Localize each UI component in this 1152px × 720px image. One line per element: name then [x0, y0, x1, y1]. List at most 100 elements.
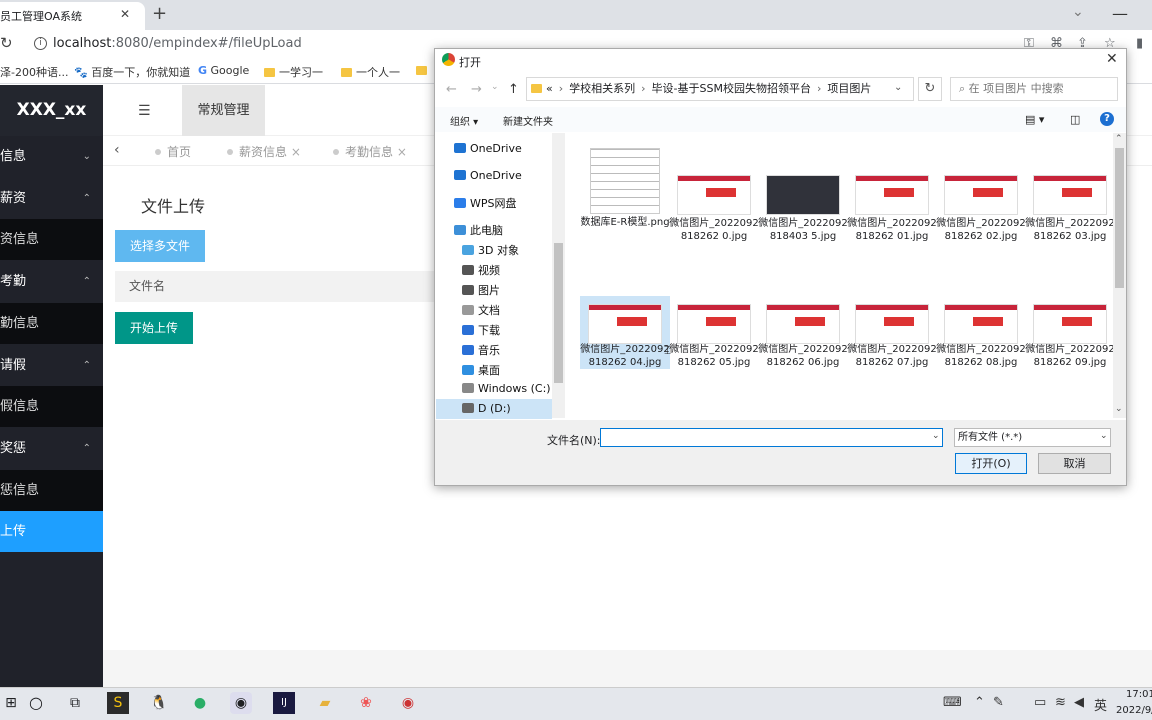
- bookmark-folder-3[interactable]: [416, 64, 431, 77]
- dialog-search-input[interactable]: ⌕ 在 项目图片 中搜索: [950, 77, 1118, 101]
- open-button[interactable]: 打开(O): [955, 453, 1027, 474]
- file-item[interactable]: 微信图片_2022092818262 08.jpg: [936, 296, 1026, 369]
- file-item[interactable]: 数据库E-R模型.png: [580, 148, 670, 229]
- address-dropdown-icon[interactable]: ⌄: [894, 82, 902, 93]
- new-folder-button[interactable]: 新建文件夹: [503, 113, 553, 128]
- tree-item[interactable]: OneDrive: [436, 166, 552, 186]
- breadcrumb-item[interactable]: 毕设-基于SSM校园失物招领平台: [652, 82, 811, 95]
- minimize-window-icon[interactable]: —: [1112, 4, 1128, 23]
- file-item[interactable]: 微信图片_2022092818262 07.jpg: [847, 296, 937, 369]
- files-scrollbar-thumb[interactable]: [1115, 148, 1124, 288]
- tree-item[interactable]: 图片: [436, 279, 552, 299]
- refresh-icon[interactable]: ↻: [918, 77, 942, 101]
- wechat-icon[interactable]: ●: [189, 692, 211, 714]
- tree-item[interactable]: 此电脑: [436, 219, 552, 239]
- up-arrow-icon[interactable]: ↑: [508, 82, 519, 97]
- dialog-close-icon[interactable]: ✕: [1106, 51, 1118, 67]
- sidebar-item[interactable]: 奖惩 ⌃: [0, 428, 103, 469]
- bookmark-baidu[interactable]: 🐾 百度一下，你就知道: [74, 64, 190, 80]
- help-icon[interactable]: ?: [1100, 112, 1114, 126]
- breadcrumb-item[interactable]: 学校相关系列: [569, 82, 635, 95]
- tree-item[interactable]: WPS网盘: [436, 192, 552, 212]
- sidebar-item[interactable]: 勤信息: [0, 302, 103, 344]
- keyboard-icon[interactable]: ⌨: [943, 695, 962, 710]
- bookmark-google[interactable]: G Google: [198, 64, 249, 77]
- tray-app-icon[interactable]: ✎: [993, 695, 1004, 710]
- sidebar-item[interactable]: 薪资 ⌃: [0, 178, 103, 219]
- tree-item[interactable]: 音乐: [436, 339, 552, 359]
- start-icon[interactable]: ⊞: [0, 692, 22, 714]
- forward-arrow-icon[interactable]: →: [471, 82, 482, 97]
- dialog-address-bar[interactable]: « › 学校相关系列 › 毕设-基于SSM校园失物招领平台 › 项目图片: [526, 77, 914, 101]
- file-item[interactable]: 微信图片_2022092818262 0.jpg: [669, 175, 759, 243]
- file-item[interactable]: 微信图片_2022092818262 05.jpg: [669, 296, 759, 369]
- menu-toggle-icon[interactable]: ☰: [138, 103, 151, 119]
- back-arrow-icon[interactable]: ←: [446, 82, 457, 97]
- tree-item[interactable]: 3D 对象: [436, 239, 552, 259]
- task-view-icon[interactable]: ⧉: [64, 692, 86, 714]
- view-options-icon[interactable]: ▤ ▾: [1025, 113, 1044, 126]
- app-icon[interactable]: ❀: [355, 692, 377, 714]
- close-icon[interactable]: ×: [291, 145, 301, 159]
- sidebar-item[interactable]: 惩信息: [0, 469, 103, 511]
- file-explorer-icon[interactable]: ▰: [314, 692, 336, 714]
- scroll-down-icon[interactable]: ⌄: [1115, 404, 1123, 414]
- tree-item[interactable]: 视频: [436, 259, 552, 279]
- tab-search-icon[interactable]: ⌄: [1072, 4, 1084, 20]
- file-type-select[interactable]: 所有文件 (*.*): [954, 428, 1111, 447]
- clock-date[interactable]: 2022/9/: [1116, 705, 1152, 716]
- sidebar-item[interactable]: 请假 ⌃: [0, 345, 103, 386]
- header-tab-general[interactable]: 常规管理: [182, 85, 265, 136]
- sidebar-item[interactable]: 上传: [0, 511, 103, 553]
- filename-dropdown-icon[interactable]: ⌄: [932, 431, 940, 441]
- close-icon[interactable]: ×: [397, 145, 407, 159]
- sidebar-item[interactable]: 假信息: [0, 386, 103, 428]
- page-tab-home[interactable]: 首页: [155, 143, 191, 160]
- recent-dropdown-icon[interactable]: ⌄: [491, 82, 499, 92]
- page-tab-salary[interactable]: 薪资信息 ×: [227, 143, 301, 160]
- sidebar-item[interactable]: 信息 ⌄: [0, 136, 103, 177]
- select-files-button[interactable]: 选择多文件: [115, 230, 205, 262]
- file-item[interactable]: 微信图片_2022092818262 01.jpg: [847, 175, 937, 243]
- file-item[interactable]: 微信图片_2022092818403 5.jpg: [758, 175, 848, 243]
- page-tab-attendance[interactable]: 考勤信息 ×: [333, 143, 407, 160]
- tree-item[interactable]: 下载: [436, 319, 552, 339]
- new-tab-icon[interactable]: +: [152, 3, 167, 24]
- scroll-up-icon[interactable]: ⌃: [1115, 134, 1123, 144]
- breadcrumb-item[interactable]: 项目图片: [827, 82, 871, 95]
- address-bar[interactable]: localhost:8080/empindex#/fileUpLoad: [53, 36, 302, 51]
- recorder-icon[interactable]: ◉: [397, 692, 419, 714]
- tree-scrollbar-thumb[interactable]: [554, 243, 563, 383]
- site-info-icon[interactable]: i: [34, 37, 47, 50]
- search-circle-icon[interactable]: ○: [25, 692, 47, 714]
- wifi-icon[interactable]: ≋: [1055, 695, 1066, 710]
- intellij-icon[interactable]: IJ: [273, 692, 295, 714]
- clock-time[interactable]: 17:01: [1126, 689, 1152, 700]
- chrome-taskbar-icon[interactable]: ◉: [230, 692, 252, 714]
- file-type-dropdown-icon[interactable]: ⌄: [1100, 431, 1108, 441]
- start-upload-button[interactable]: 开始上传: [115, 312, 193, 344]
- sublime-icon[interactable]: S: [107, 692, 129, 714]
- tree-item[interactable]: OneDrive: [436, 139, 552, 159]
- bookmark-1[interactable]: 泽-200种语...: [0, 64, 68, 80]
- sidebar-item[interactable]: 资信息: [0, 219, 103, 261]
- tree-item[interactable]: 文档: [436, 299, 552, 319]
- bookmark-folder-2[interactable]: 一个人一: [341, 64, 400, 80]
- tab-close-icon[interactable]: ✕: [120, 7, 130, 21]
- file-item[interactable]: 微信图片_2022092818262 06.jpg: [758, 296, 848, 369]
- qq-icon[interactable]: 🐧: [148, 692, 170, 714]
- file-item[interactable]: 微信图片_2022092818262 09.jpg: [1025, 296, 1115, 369]
- reload-icon[interactable]: ↻: [0, 34, 13, 52]
- battery-icon[interactable]: ▭: [1034, 695, 1046, 710]
- tree-item[interactable]: D (D:): [436, 399, 552, 419]
- tree-item[interactable]: Windows (C:): [436, 379, 552, 399]
- cancel-button[interactable]: 取消: [1038, 453, 1111, 474]
- tree-item[interactable]: 桌面: [436, 359, 552, 379]
- file-item[interactable]: 微信图片_2022092818262 02.jpg: [936, 175, 1026, 243]
- sidepanel-icon[interactable]: ▮: [1136, 36, 1143, 51]
- sidebar-item[interactable]: 考勤 ⌃: [0, 261, 103, 302]
- tray-chevron-icon[interactable]: ⌃: [974, 695, 985, 710]
- bookmark-folder-1[interactable]: 一学习一: [264, 64, 323, 80]
- volume-icon[interactable]: ◀: [1074, 695, 1084, 710]
- file-item[interactable]: 微信图片_2022092818262 03.jpg: [1025, 175, 1115, 243]
